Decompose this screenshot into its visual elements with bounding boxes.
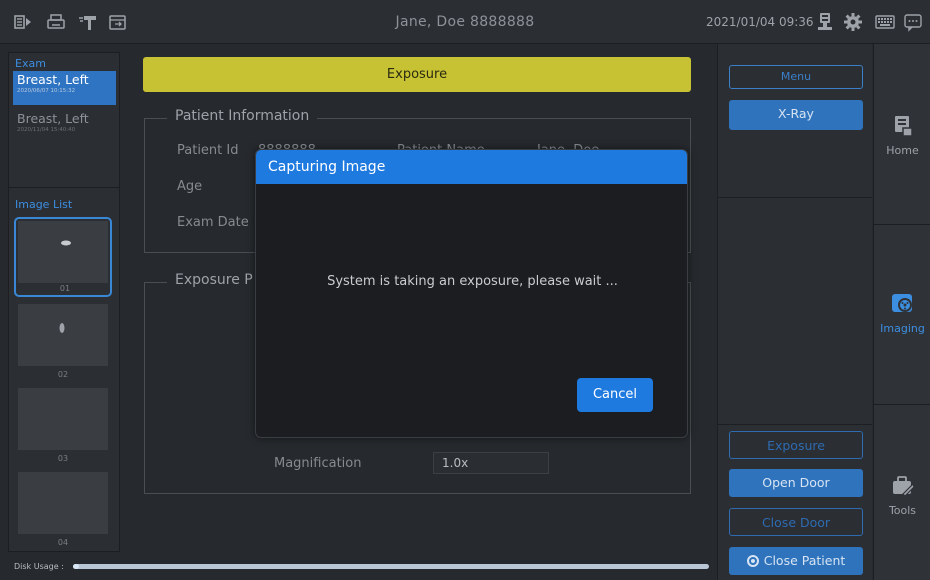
patient-id-label: Patient Id	[177, 143, 239, 158]
nav-tools-label: Tools	[888, 504, 917, 517]
thumbnail-image	[18, 388, 108, 450]
gear-icon[interactable]	[843, 12, 863, 32]
person-badge-icon[interactable]	[815, 12, 835, 32]
exam-label: Exam	[15, 57, 46, 70]
exam-date-label: Exam Date	[177, 215, 249, 230]
magnification-field[interactable]: 1.0x	[433, 452, 549, 474]
dialog-title: Capturing Image	[256, 150, 687, 184]
patient-info-title: Patient Information	[167, 108, 318, 124]
nav-home[interactable]: Home	[874, 114, 930, 157]
imaging-icon	[891, 294, 912, 312]
thumbnail-number: 04	[57, 538, 69, 547]
disk-usage-fill	[73, 564, 80, 569]
exposure-button[interactable]: Exposure	[729, 431, 863, 459]
image-thumbnail[interactable]: 03	[14, 385, 112, 465]
chat-icon[interactable]	[903, 12, 923, 32]
nav-imaging-label: Imaging	[880, 322, 925, 335]
thumbnail-image	[18, 221, 108, 283]
exposure-banner: Exposure	[143, 57, 691, 92]
left-panel: Exam Breast, Left 2020/06/07 10:15:32 Br…	[8, 52, 120, 552]
image-thumbnail[interactable]: 04	[14, 469, 112, 549]
exam-date: 2020/11/04 15:40:40	[17, 127, 76, 133]
divider	[718, 197, 872, 198]
home-icon	[894, 116, 913, 137]
divider	[9, 187, 119, 188]
close-door-button[interactable]: Close Door	[729, 508, 863, 536]
exam-date: 2020/06/07 10:15:32	[17, 88, 76, 94]
divider	[718, 424, 872, 425]
menu-button[interactable]: Menu	[729, 65, 863, 89]
toolbox-icon	[892, 476, 915, 497]
age-label: Age	[177, 179, 203, 194]
thumbnail-image	[18, 472, 108, 534]
divider	[874, 404, 930, 405]
exam-item[interactable]: Breast, Left 2020/11/04 15:40:40	[13, 110, 116, 144]
nav-tools[interactable]: Tools	[874, 474, 930, 517]
exam-item[interactable]: Breast, Left 2020/06/07 10:15:32	[13, 71, 116, 105]
close-patient-button[interactable]: Close Patient	[729, 547, 863, 575]
magnification-label: Magnification	[274, 456, 362, 471]
image-thumbnail[interactable]: 02	[14, 301, 112, 381]
exam-title: Breast, Left	[17, 111, 89, 126]
exposure-params-title: Exposure P	[167, 272, 261, 288]
cancel-button[interactable]: Cancel	[577, 378, 653, 412]
image-list-label: Image List	[15, 198, 73, 211]
thumbnail-number: 02	[57, 370, 69, 379]
nav-imaging[interactable]: Imaging	[874, 292, 930, 335]
nav-home-label: Home	[886, 144, 919, 157]
dialog-message: System is taking an exposure, please wai…	[327, 274, 618, 289]
thumbnail-image	[18, 304, 108, 366]
exam-title: Breast, Left	[17, 72, 89, 87]
keyboard-icon[interactable]	[875, 12, 895, 32]
disk-usage-label: Disk Usage :	[14, 562, 64, 571]
side-nav: Home Imaging Tools	[873, 44, 930, 580]
close-patient-label: Close Patient	[763, 553, 846, 568]
datetime: 2021/01/04 09:36	[706, 15, 814, 29]
open-door-button[interactable]: Open Door	[729, 469, 863, 497]
image-thumbnail[interactable]: 01	[14, 217, 112, 297]
capturing-image-dialog: Capturing Image System is taking an expo…	[255, 149, 688, 438]
stop-circle-icon	[746, 555, 759, 567]
thumbnail-number: 03	[57, 454, 69, 463]
thumbnail-number: 01	[59, 284, 71, 293]
divider	[874, 224, 930, 225]
top-bar: Jane, Doe 8888888 2021/01/04 09:36	[0, 0, 930, 44]
xray-button[interactable]: X-Ray	[729, 100, 863, 130]
disk-usage-bar	[73, 564, 709, 569]
right-panel: Menu X-Ray Exposure Open Door Close Door…	[717, 44, 872, 580]
